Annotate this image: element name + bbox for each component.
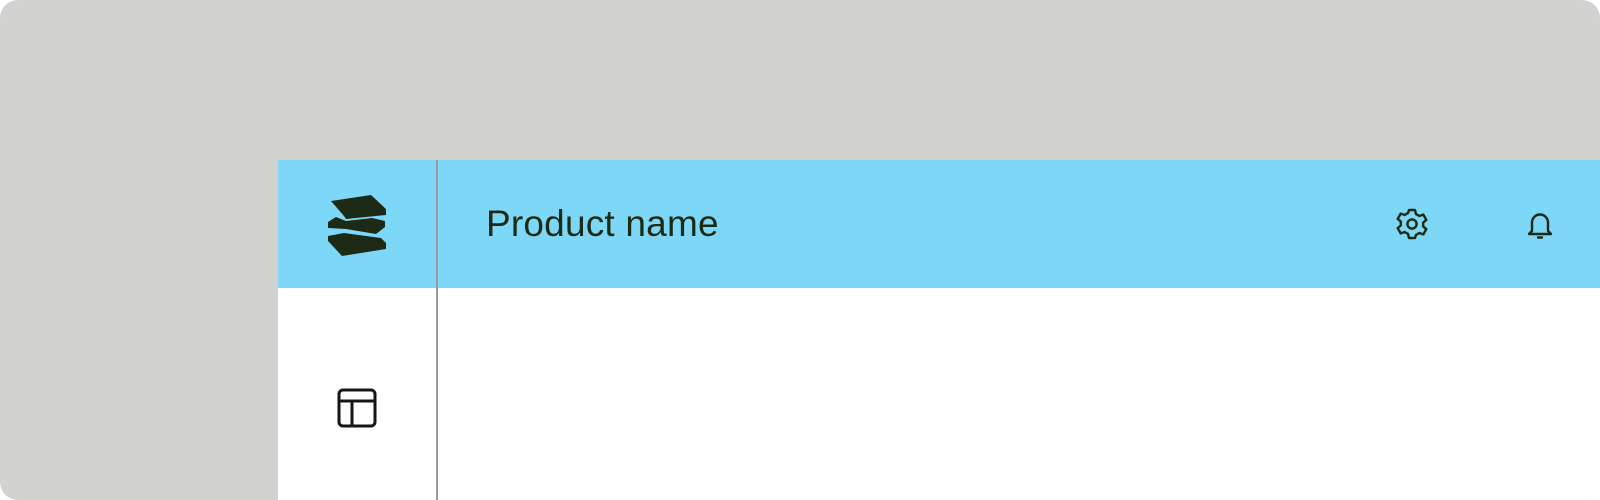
product-name: Product name bbox=[486, 203, 719, 244]
canvas: Product name bbox=[0, 0, 1600, 500]
layout-panel-icon bbox=[337, 388, 377, 428]
stacked-layers-logo bbox=[328, 195, 386, 256]
logo-button[interactable] bbox=[278, 160, 436, 288]
layout-button[interactable] bbox=[335, 386, 379, 430]
settings-button[interactable] bbox=[1394, 206, 1430, 242]
sidebar-divider bbox=[436, 160, 438, 500]
app-frame: Product name bbox=[278, 160, 1600, 500]
notifications-button[interactable] bbox=[1522, 206, 1558, 242]
top-bar: Product name bbox=[278, 160, 1600, 288]
gear-icon bbox=[1396, 208, 1428, 240]
bell-icon bbox=[1527, 213, 1553, 239]
